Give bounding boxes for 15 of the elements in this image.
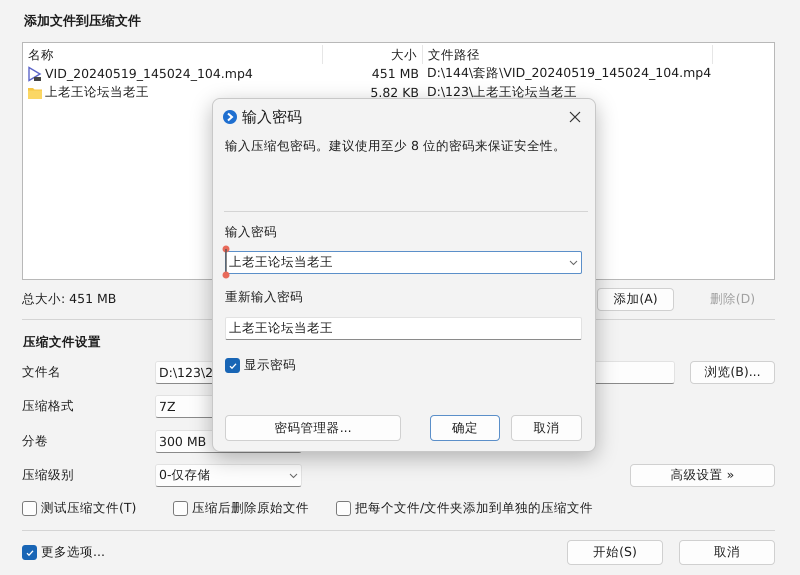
- total-size: 总大小: 451 MB: [22, 291, 116, 308]
- file-size: 451 MB: [372, 66, 419, 81]
- password-label: 输入密码: [225, 223, 278, 241]
- file-path: D:\123\上老王论坛当老王: [427, 84, 578, 101]
- file-path: D:\144\套路\VID_20240519_145024_104.mp4: [427, 65, 712, 82]
- field-label: 分卷: [22, 433, 49, 450]
- file-size: 5.82 KB: [370, 85, 419, 100]
- window-title: 添加文件到压缩文件: [24, 12, 142, 31]
- field-label: 压缩格式: [22, 398, 75, 415]
- section-title: 压缩文件设置: [23, 333, 102, 351]
- field-label: 压缩级别: [22, 467, 75, 484]
- dialog-description: 输入压缩包密码。建议使用至少 8 位的密码来保证安全性。: [225, 138, 567, 155]
- field-label: 文件名: [22, 364, 62, 381]
- confirm-password-label: 重新输入密码: [225, 288, 304, 306]
- dialog-title: 输入密码: [242, 108, 302, 126]
